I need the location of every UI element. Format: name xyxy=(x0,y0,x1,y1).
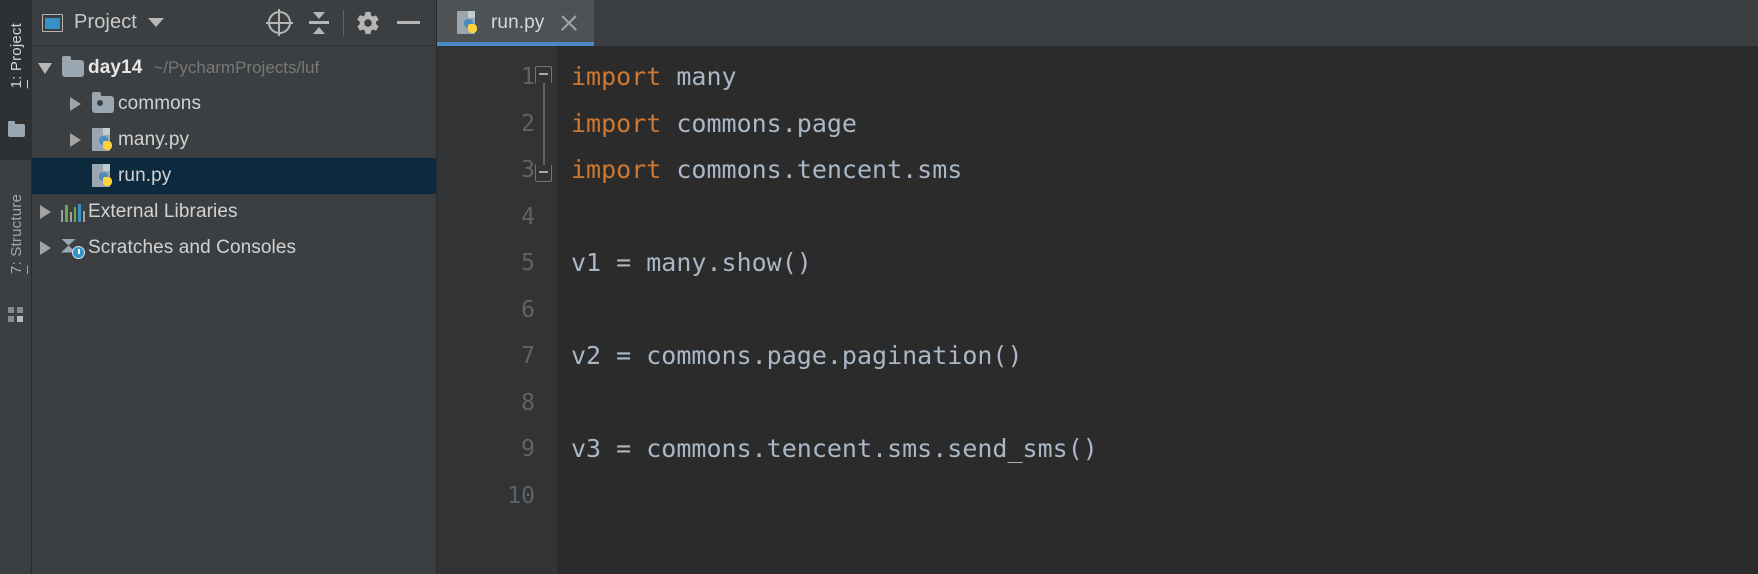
code-keyword: import xyxy=(571,109,661,138)
code-text[interactable]: import manyimport commons.pageimport com… xyxy=(557,46,1758,574)
fold-marker-column[interactable] xyxy=(531,54,557,574)
tool-window-button-project[interactable]: 1: Project xyxy=(0,4,32,108)
tool-window-button-extra[interactable] xyxy=(0,300,32,330)
code-line[interactable] xyxy=(571,194,1758,241)
tree-row[interactable]: External Libraries xyxy=(32,194,436,230)
code-identifier: commons.tencent.sms xyxy=(661,155,962,184)
chevron-right-icon xyxy=(70,133,81,147)
editor-tab[interactable]: run.py xyxy=(437,0,594,46)
python-file-icon xyxy=(92,164,115,189)
code-line[interactable]: import commons.tencent.sms xyxy=(571,147,1758,194)
fold-marker[interactable] xyxy=(535,66,552,83)
code-line[interactable]: import many xyxy=(571,54,1758,101)
code-line[interactable] xyxy=(571,380,1758,427)
tree-node-icon xyxy=(58,203,88,222)
toolbar-separator xyxy=(343,10,344,36)
pycharm-window: 1: Project 7: Structure Project xyxy=(0,0,1758,574)
tab-file-icon xyxy=(453,11,483,36)
python-file-icon xyxy=(92,128,115,153)
project-tree[interactable]: day14 ~/PycharmProjects/luf commons many.py… xyxy=(32,46,436,574)
editor-tab-bar: run.py xyxy=(437,0,1758,46)
python-file-icon xyxy=(457,11,480,36)
fold-region-line xyxy=(543,77,545,170)
tree-expander-collapsed[interactable] xyxy=(32,205,58,219)
tree-node-icon xyxy=(58,60,88,77)
package-folder-icon xyxy=(92,96,114,113)
tree-expander-collapsed[interactable] xyxy=(62,97,88,111)
hide-panel-button[interactable] xyxy=(388,3,428,43)
tree-node-icon xyxy=(58,238,88,259)
tab-label: run.py xyxy=(491,12,544,34)
tree-expander-expanded[interactable] xyxy=(32,63,58,74)
gear-icon xyxy=(355,10,381,36)
editor-area: run.py 12345678910 import manyimport com… xyxy=(437,0,1758,574)
collapse-all-button[interactable] xyxy=(299,3,339,43)
tree-expander-collapsed[interactable] xyxy=(32,241,58,255)
chevron-right-icon xyxy=(40,241,51,255)
tree-node-label: day14 xyxy=(88,57,142,79)
grid-squares-icon xyxy=(7,306,25,324)
panel-title: Project xyxy=(74,11,137,34)
tree-node-label: External Libraries xyxy=(88,201,238,223)
code-line[interactable] xyxy=(571,287,1758,334)
chevron-right-icon xyxy=(70,97,81,111)
code-line[interactable] xyxy=(571,473,1758,520)
tree-node-label: run.py xyxy=(118,165,171,187)
tree-node-label: many.py xyxy=(118,129,189,151)
tree-node-icon xyxy=(88,96,118,113)
tool-window-label-structure: 7: Structure xyxy=(8,194,25,274)
chevron-right-icon xyxy=(40,205,51,219)
close-icon[interactable] xyxy=(558,12,580,34)
code-keyword: import xyxy=(571,62,661,91)
code-identifier: v3 = commons.tencent.sms.send_sms() xyxy=(571,434,1098,463)
fold-marker[interactable] xyxy=(535,165,552,182)
project-folder-icon[interactable] xyxy=(0,108,32,152)
tree-expander-collapsed[interactable] xyxy=(62,133,88,147)
tree-row[interactable]: many.py xyxy=(32,122,436,158)
panel-header-buttons xyxy=(259,3,428,43)
tree-row[interactable]: Scratches and Consoles xyxy=(32,230,436,266)
target-icon xyxy=(268,11,291,34)
chevron-down-icon xyxy=(38,63,52,74)
folder-icon xyxy=(8,124,25,137)
project-window-icon xyxy=(42,14,63,32)
tool-window-button-structure[interactable]: 7: Structure xyxy=(0,168,32,300)
code-identifier: v1 = many.show() xyxy=(571,248,812,277)
tree-node-label: Scratches and Consoles xyxy=(88,237,296,259)
code-line[interactable]: v2 = commons.page.pagination() xyxy=(571,333,1758,380)
code-line[interactable]: v3 = commons.tencent.sms.send_sms() xyxy=(571,426,1758,473)
code-identifier: commons.page xyxy=(661,109,857,138)
minus-icon xyxy=(397,21,420,24)
settings-button[interactable] xyxy=(348,3,388,43)
code-viewport: 12345678910 import manyimport commons.pa… xyxy=(437,46,1758,574)
tree-row[interactable]: day14 ~/PycharmProjects/luf xyxy=(32,50,436,86)
external-libraries-icon xyxy=(61,203,85,222)
tree-row[interactable]: run.py xyxy=(32,158,436,194)
code-line[interactable]: import commons.page xyxy=(571,101,1758,148)
tree-row[interactable]: commons xyxy=(32,86,436,122)
code-keyword: import xyxy=(571,155,661,184)
tree-node-icon xyxy=(88,128,118,153)
code-identifier: v2 = commons.page.pagination() xyxy=(571,341,1023,370)
folder-icon xyxy=(62,60,84,77)
tree-node-path: ~/PycharmProjects/luf xyxy=(153,58,319,78)
chevron-down-icon[interactable] xyxy=(148,18,164,27)
editor-gutter[interactable]: 12345678910 xyxy=(437,46,557,574)
left-tool-rail: 1: Project 7: Structure xyxy=(0,0,32,574)
code-line[interactable]: v1 = many.show() xyxy=(571,240,1758,287)
code-identifier: many xyxy=(661,62,736,91)
select-opened-file-button[interactable] xyxy=(259,3,299,43)
scratches-icon xyxy=(61,238,85,259)
tool-window-label-project: 1: Project xyxy=(8,23,25,88)
tree-node-label: commons xyxy=(118,93,201,115)
tree-node-icon xyxy=(88,164,118,189)
project-tool-window: Project xyxy=(32,0,437,574)
collapse-all-icon xyxy=(307,12,331,34)
project-panel-header: Project xyxy=(32,0,436,46)
